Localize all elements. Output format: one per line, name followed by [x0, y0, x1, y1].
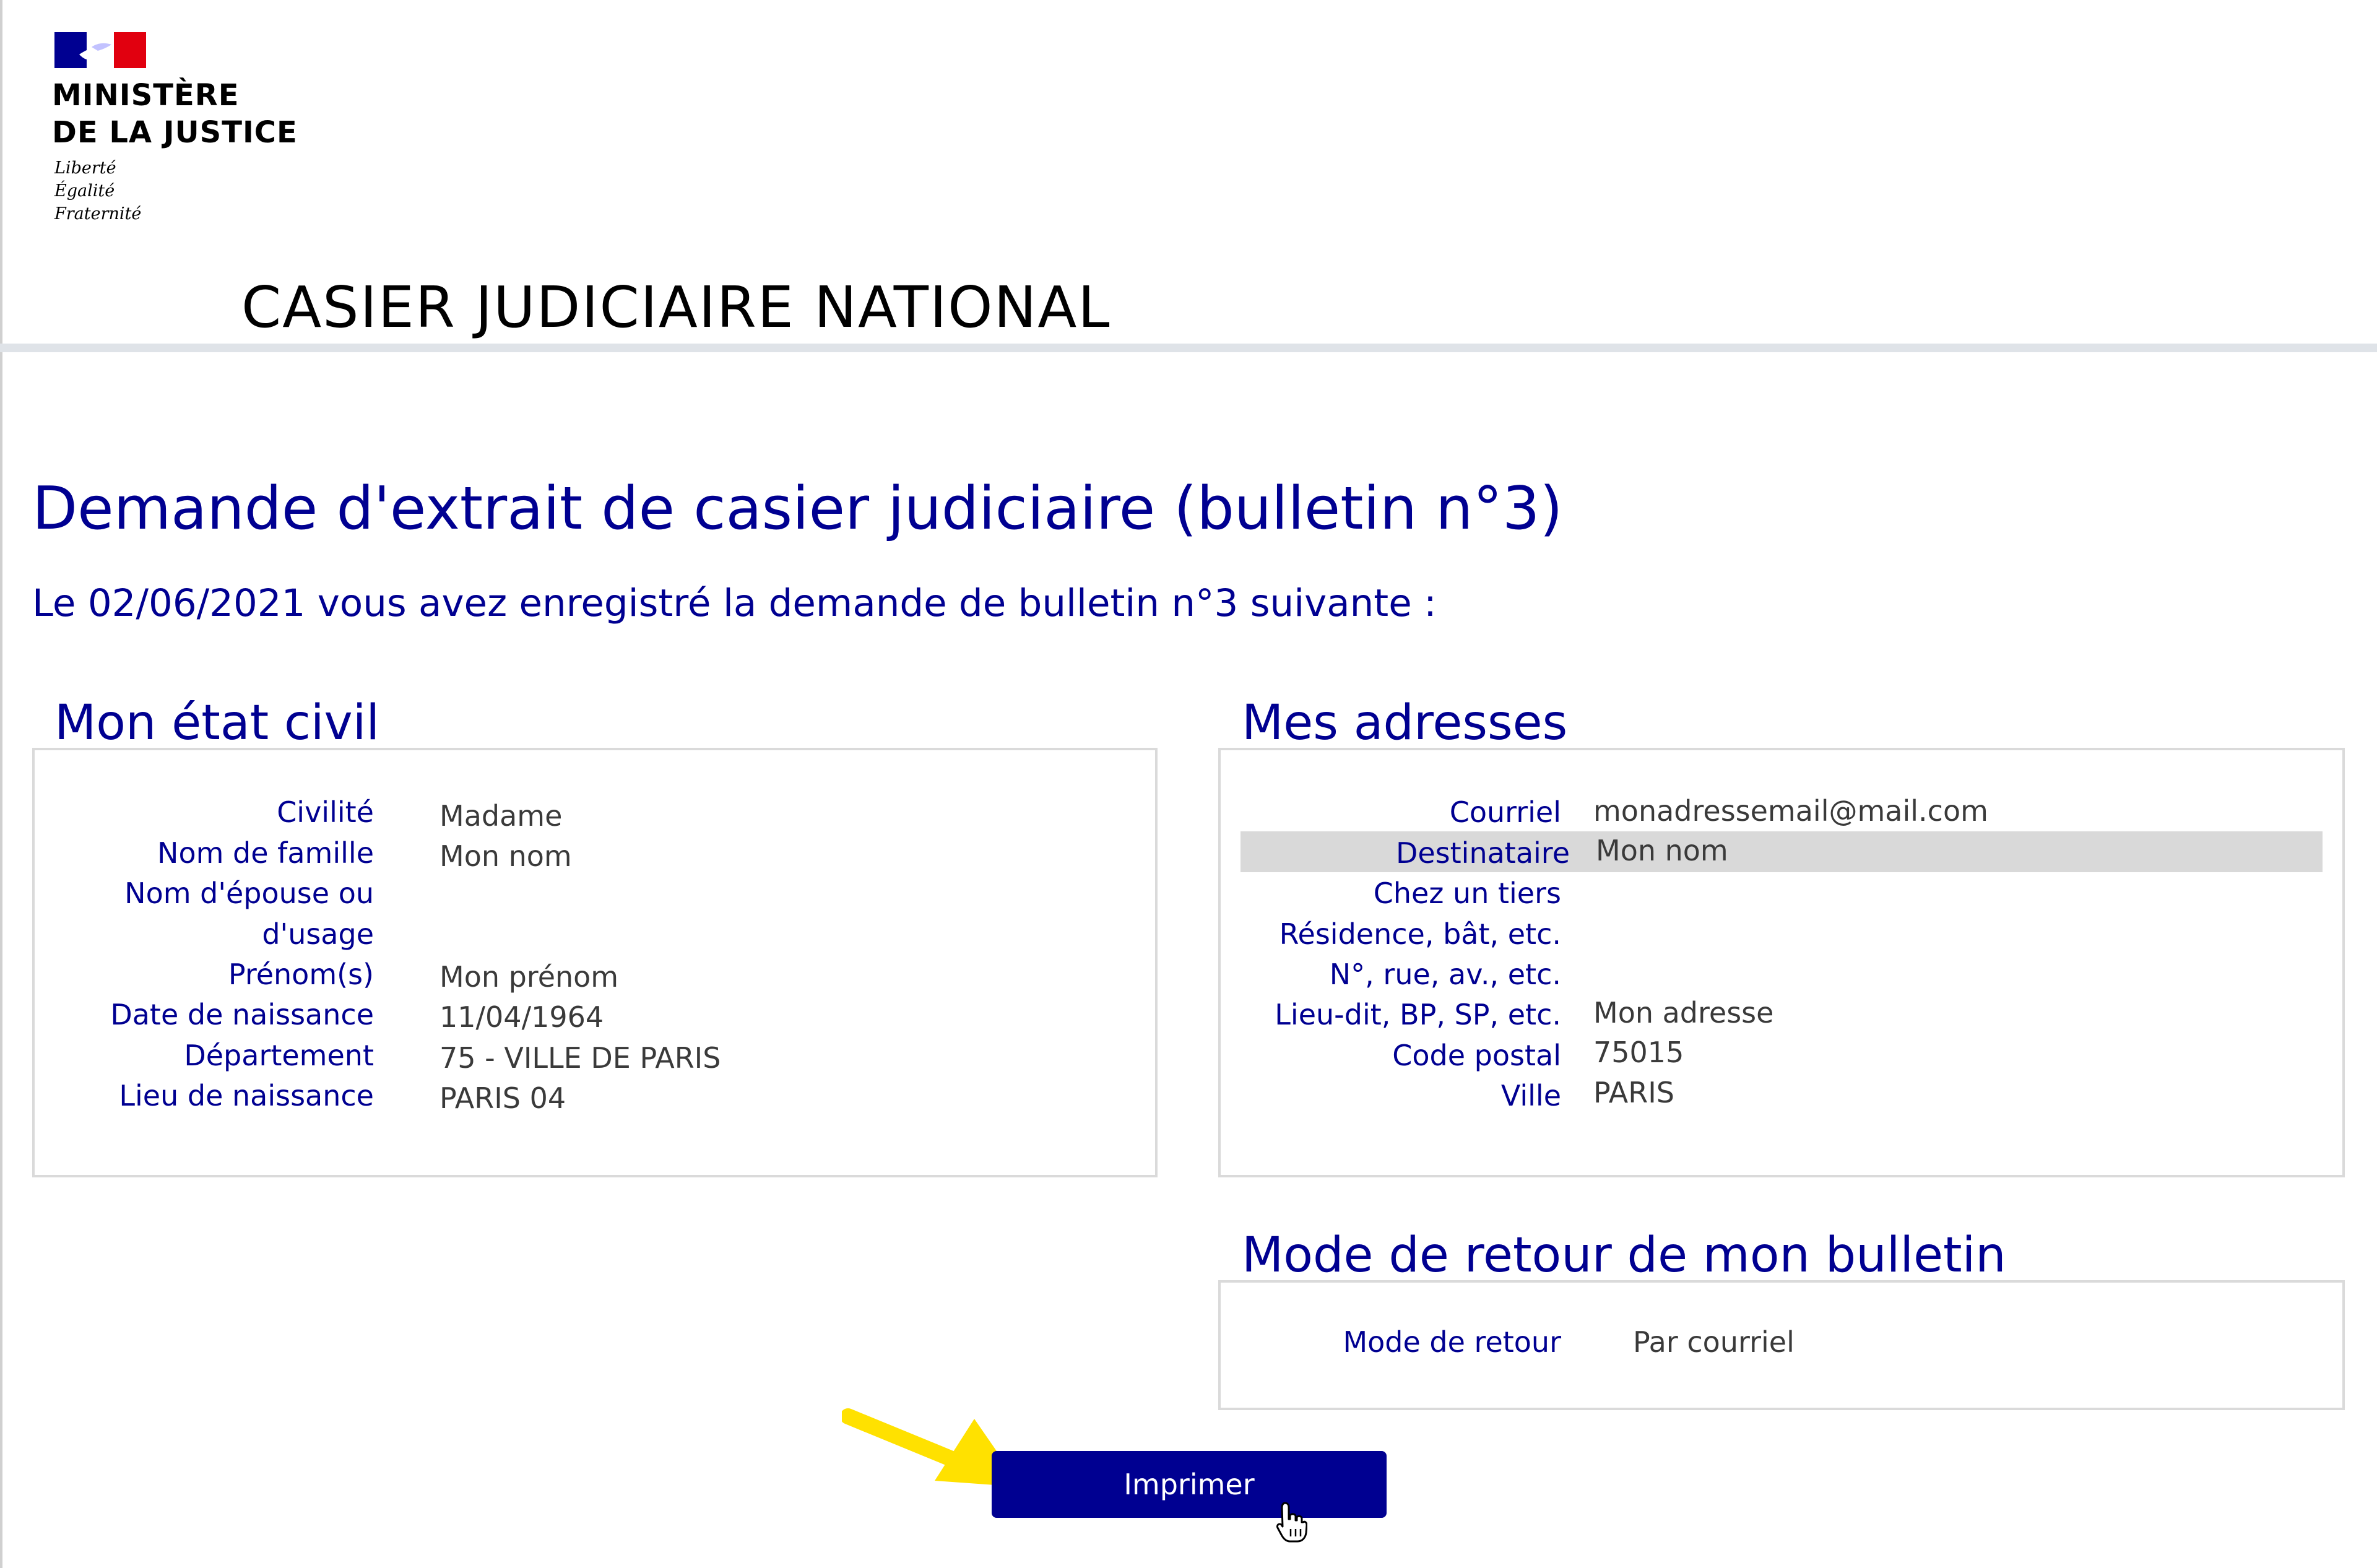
label-prenoms: Prénom(s) [228, 958, 374, 991]
page-frame-edge [0, 0, 2, 1568]
label-nom-epouse: Nom d'épouse ou [124, 877, 374, 910]
mode-retour-title: Mode de retour de mon bulletin [1242, 1228, 2006, 1283]
label-nom-famille: Nom de famille [157, 836, 374, 870]
label-chez-tiers: Chez un tiers [1373, 877, 1561, 910]
republic-motto: Liberté Égalité Fraternité [54, 157, 141, 225]
value-mode-retour: Par courriel [1633, 1325, 1795, 1359]
ministry-line-2: DE LA JUSTICE [52, 115, 298, 150]
adresses-title: Mes adresses [1242, 695, 1568, 751]
motto-egalite: Égalité [54, 181, 115, 201]
label-ville: Ville [1500, 1079, 1561, 1112]
value-departement: 75 - VILLE DE PARIS [439, 1041, 721, 1075]
value-code-postal: 75015 [1593, 1036, 1684, 1069]
republique-flag-logo [54, 32, 146, 68]
value-nom-famille: Mon nom [439, 839, 572, 873]
etat-civil-title: Mon état civil [54, 695, 380, 751]
label-lieu-dit: Lieu-dit, BP, SP, etc. [1275, 998, 1561, 1031]
ministry-line-1: MINISTÈRE [52, 78, 240, 113]
label-civilite: Civilité [277, 795, 374, 829]
value-date-naissance: 11/04/1964 [439, 1000, 604, 1034]
value-destinataire: Mon nom [1596, 834, 1728, 867]
ministry-name: MINISTÈRE DE LA JUSTICE [52, 77, 298, 151]
label-nom-usage: d'usage [262, 917, 374, 951]
label-numero-rue: N°, rue, av., etc. [1329, 958, 1561, 991]
hand-cursor-icon [1276, 1501, 1308, 1544]
page-title: Demande d'extrait de casier judiciaire (… [32, 475, 1563, 543]
value-lieu-dit: Mon adresse [1593, 996, 1774, 1029]
request-intro-text: Le 02/06/2021 vous avez enregistré la de… [32, 581, 1437, 625]
label-residence: Résidence, bât, etc. [1279, 917, 1561, 951]
label-departement: Département [184, 1039, 374, 1072]
label-mode-retour: Mode de retour [1343, 1325, 1561, 1359]
value-lieu-naissance: PARIS 04 [439, 1081, 566, 1115]
value-ville: PARIS [1593, 1076, 1674, 1109]
print-button[interactable]: Imprimer [992, 1451, 1387, 1518]
value-courriel: monadressemail@mail.com [1593, 794, 1988, 828]
motto-fraternite: Fraternité [54, 204, 142, 223]
value-civilite: Madame [439, 799, 563, 833]
label-date-naissance: Date de naissance [110, 998, 374, 1031]
header-divider [0, 344, 2377, 352]
site-title: CASIER JUDICIAIRE NATIONAL [241, 274, 1111, 340]
label-code-postal: Code postal [1392, 1039, 1561, 1072]
motto-liberte: Liberté [54, 158, 116, 178]
label-destinataire: Destinataire [1395, 836, 1570, 870]
value-prenoms: Mon prénom [439, 960, 619, 994]
label-lieu-naissance: Lieu de naissance [119, 1079, 374, 1112]
label-courriel: Courriel [1449, 795, 1561, 829]
